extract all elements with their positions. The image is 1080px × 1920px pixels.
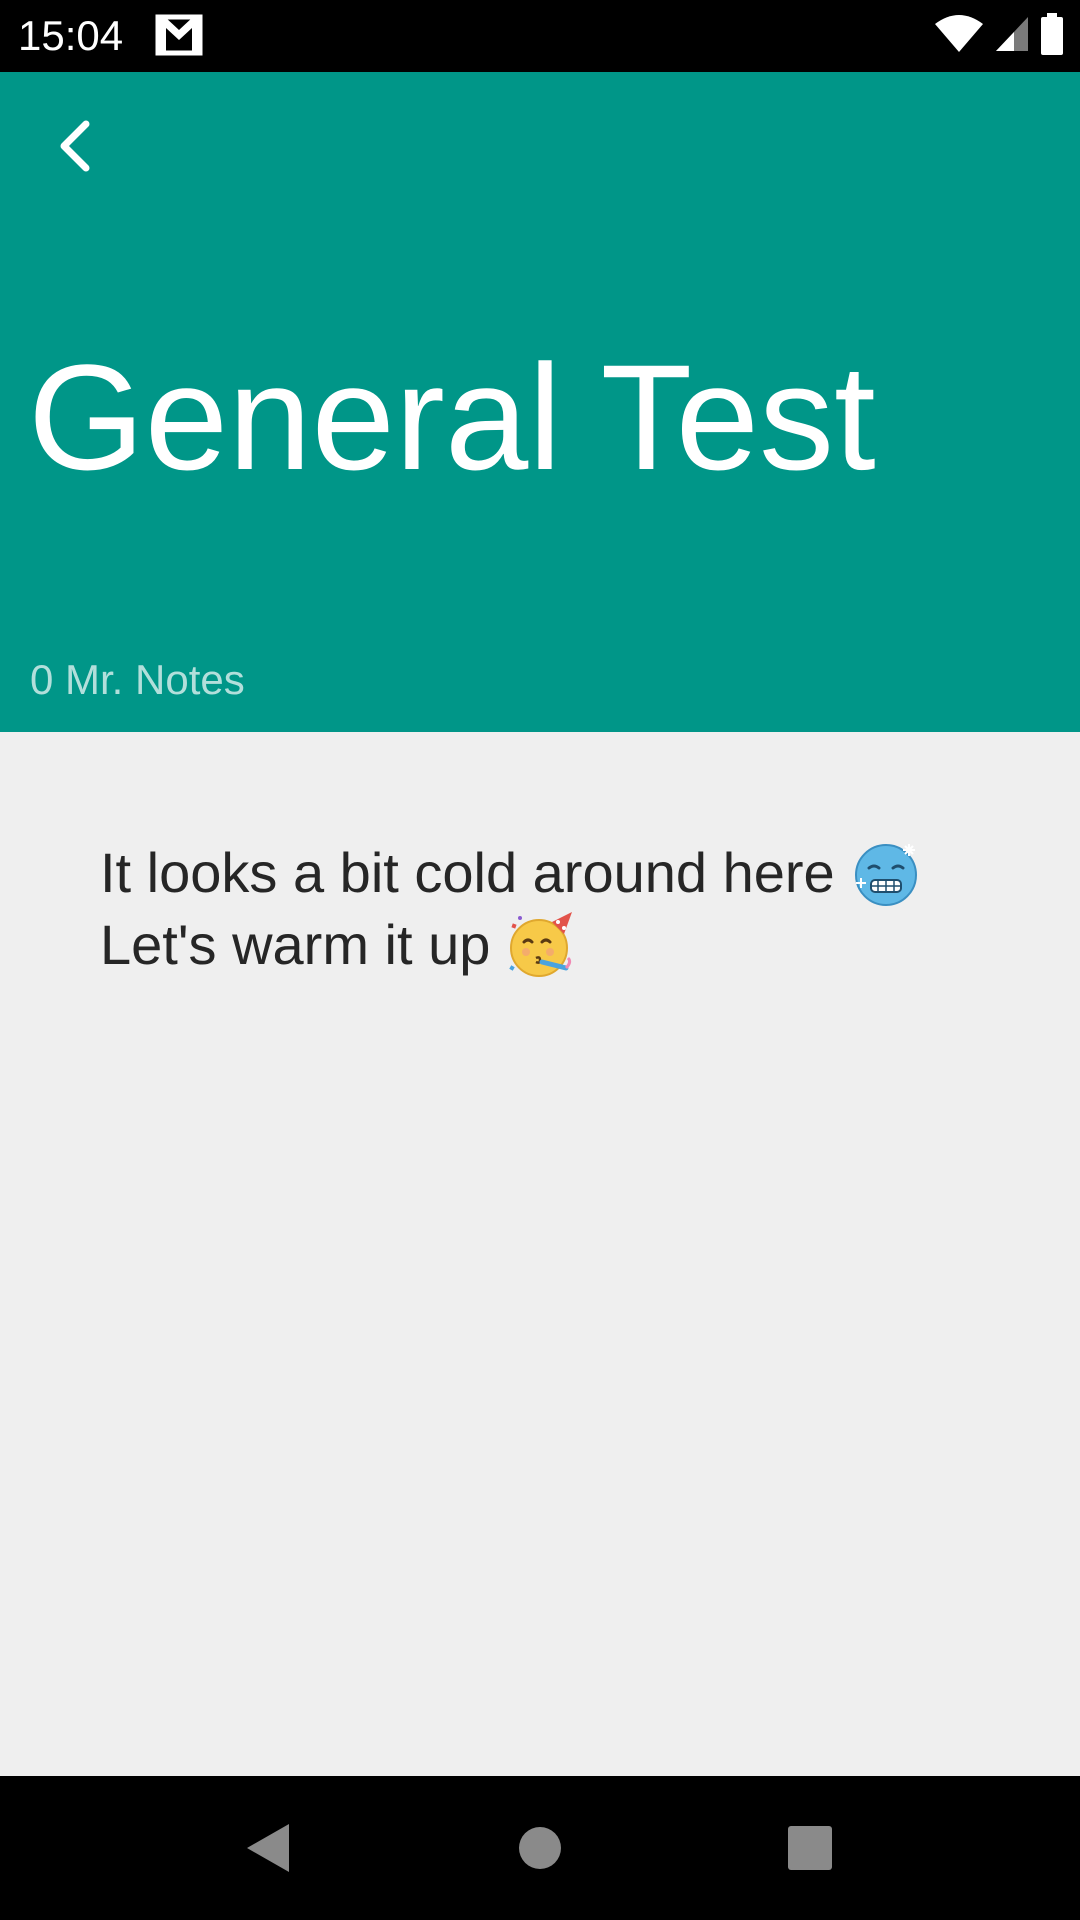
cold-face-emoji-icon <box>851 838 921 908</box>
cellular-signal-icon <box>994 15 1030 58</box>
recents-square-icon <box>788 1826 832 1870</box>
empty-state-line-2: Let's warm it up <box>100 909 1000 981</box>
notes-count: 0 Mr. Notes <box>30 656 245 703</box>
back-triangle-icon <box>247 1824 289 1872</box>
empty-state-text-1: It looks a bit cold around here <box>100 841 835 904</box>
nav-recents-button[interactable] <box>750 1776 870 1920</box>
wifi-icon <box>934 14 984 59</box>
page-title: General Test <box>28 333 876 501</box>
status-system-icons <box>934 12 1064 60</box>
status-bar: 15:04 <box>0 0 1080 72</box>
system-navigation-bar <box>0 1776 1080 1920</box>
gmail-icon <box>155 14 203 56</box>
nav-home-button[interactable] <box>480 1776 600 1920</box>
app-header: General Test 0 Mr. Notes <box>0 72 1080 732</box>
home-circle-icon <box>519 1827 561 1869</box>
empty-state-line-1: It looks a bit cold around here <box>100 837 1000 909</box>
nav-back-button[interactable] <box>208 1776 328 1920</box>
empty-state-text-2: Let's warm it up <box>100 913 491 976</box>
status-time: 15:04 <box>18 12 124 59</box>
content-area: It looks a bit cold around here Let's wa… <box>0 732 1080 1776</box>
empty-state-message: It looks a bit cold around here Let's wa… <box>100 837 1000 981</box>
back-button[interactable] <box>40 110 112 182</box>
battery-icon <box>1040 12 1064 60</box>
back-arrow-icon <box>60 120 90 172</box>
partying-face-emoji-icon <box>506 910 576 980</box>
